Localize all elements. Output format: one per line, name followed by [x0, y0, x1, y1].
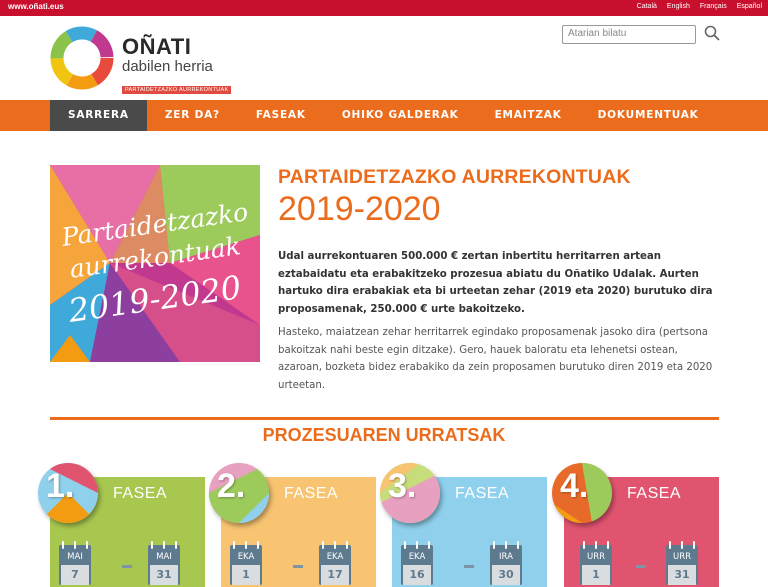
page-year: 2019-2020	[278, 190, 441, 228]
logo-title: OÑATI	[122, 34, 192, 59]
arrow-icon	[293, 565, 303, 568]
lang-espanol[interactable]: Español	[737, 3, 762, 10]
arrow-icon	[636, 565, 646, 568]
language-switcher: Català English Français Español	[637, 3, 762, 10]
phase-card-3[interactable]: 3. FASEA EKA 16 IRA 30	[380, 463, 547, 587]
arrow-icon	[122, 565, 132, 568]
site-link[interactable]: www.oñati.eus	[8, 2, 64, 11]
phase-number-3: 3.	[388, 467, 417, 505]
start-month: URR	[586, 552, 606, 562]
intro-paragraph: Udal aurrekontuaren 500.000 € zertan inb…	[278, 251, 713, 315]
phase-card-1[interactable]: 1. FASEA MAI 7 MAI 31	[38, 463, 205, 587]
search-icon[interactable]	[704, 25, 720, 41]
start-month: EKA	[237, 552, 255, 562]
section-divider	[50, 417, 719, 420]
end-month: IRA	[499, 552, 513, 562]
steps-title: PROZESUAREN URRATSAK	[262, 425, 506, 445]
logo-text[interactable]: OÑATI dabilen herria PARTAIDETZAZKO AURR…	[122, 34, 232, 95]
lang-catala[interactable]: Català	[637, 3, 657, 10]
phase-label-3: FASEA	[455, 485, 510, 502]
end-month: MAI	[156, 552, 172, 562]
start-day: 16	[403, 565, 431, 585]
end-day: 17	[321, 565, 349, 585]
start-calendar-icon: EKA 1	[230, 541, 262, 585]
start-day: 7	[61, 565, 89, 585]
nav-item-faseak[interactable]: FASEAK	[238, 100, 324, 131]
start-month: EKA	[408, 552, 426, 562]
end-month: EKA	[326, 552, 344, 562]
main-nav: SARRERA ZER DA? FASEAK OHIKO GALDERAK EM…	[0, 100, 768, 131]
logo-ring-icon[interactable]	[50, 26, 114, 90]
nav-item-zer-da[interactable]: ZER DA?	[147, 100, 238, 131]
phase-card-2[interactable]: 2. FASEA EKA 1 EKA 17	[209, 463, 376, 587]
hero-text: Partaidetzazko aurrekontuak 2019-2020	[50, 165, 260, 362]
end-day: 30	[492, 565, 520, 585]
phase-label-1: FASEA	[113, 485, 168, 502]
end-calendar-icon: EKA 17	[319, 541, 351, 585]
top-bar: www.oñati.eus Català English Français Es…	[0, 0, 768, 16]
phase-label-4: FASEA	[627, 485, 682, 502]
phase-card-4[interactable]: 4. FASEA URR 1 URR 31	[552, 463, 719, 587]
nav-item-sarrera[interactable]: SARRERA	[50, 100, 147, 131]
hero-image: Partaidetzazko aurrekontuak 2019-2020	[50, 165, 260, 362]
phase-number-1: 1.	[46, 467, 75, 505]
phase-number-4: 4.	[560, 467, 589, 505]
start-day: 1	[232, 565, 260, 585]
nav-item-emaitzak[interactable]: EMAITZAK	[477, 100, 580, 131]
search-input[interactable]: Atarian bilatu	[562, 25, 696, 44]
start-calendar-icon: MAI 7	[59, 541, 91, 585]
start-calendar-icon: EKA 16	[401, 541, 433, 585]
start-day: 1	[582, 565, 610, 585]
phase-number-2: 2.	[217, 467, 246, 505]
intro-paragraph-2: Hasteko, maiatzean zehar herritarrek egi…	[278, 327, 713, 391]
end-month: URR	[672, 552, 692, 562]
lang-english[interactable]: English	[667, 3, 690, 10]
logo-tagline: PARTAIDETZAZKO AURREKONTUAK	[122, 86, 232, 94]
start-month: MAI	[67, 552, 83, 562]
page-title: PARTAIDETZAZKO AURREKONTUAK	[278, 166, 631, 188]
header: OÑATI dabilen herria PARTAIDETZAZKO AURR…	[0, 16, 768, 100]
nav-item-dokumentuak[interactable]: DOKUMENTUAK	[580, 100, 717, 131]
end-day: 31	[150, 565, 178, 585]
arrow-icon	[464, 565, 474, 568]
start-calendar-icon: URR 1	[580, 541, 612, 585]
end-calendar-icon: URR 31	[666, 541, 698, 585]
end-calendar-icon: MAI 31	[148, 541, 180, 585]
end-day: 31	[668, 565, 696, 585]
nav-item-ohiko-galderak[interactable]: OHIKO GALDERAK	[324, 100, 477, 131]
logo-subtitle: dabilen herria	[122, 58, 213, 75]
phase-label-2: FASEA	[284, 485, 339, 502]
lang-francais[interactable]: Français	[700, 3, 727, 10]
end-calendar-icon: IRA 30	[490, 541, 522, 585]
